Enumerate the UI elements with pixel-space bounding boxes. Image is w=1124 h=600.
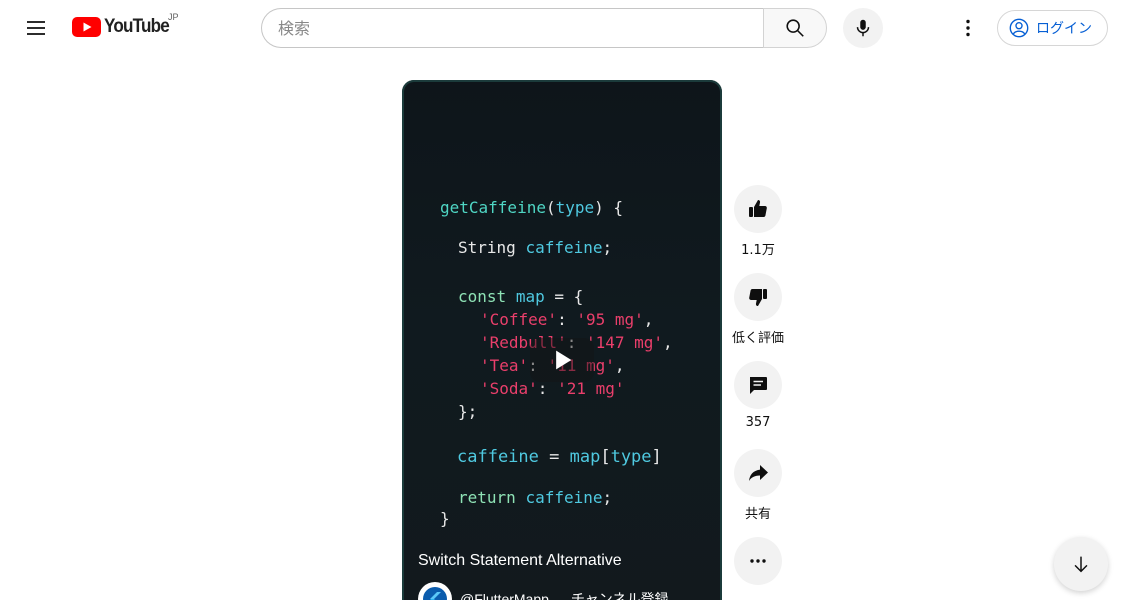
youtube-logo[interactable]: YouTube JP bbox=[72, 12, 179, 40]
comment-icon bbox=[750, 377, 767, 394]
code-token: ; bbox=[602, 238, 613, 257]
code-token: '147 mg' bbox=[585, 333, 664, 352]
masthead: YouTube JP ログイン bbox=[0, 0, 1124, 56]
login-label: ログイン bbox=[1036, 21, 1092, 37]
code-line: caffeine = map[type] bbox=[457, 447, 662, 467]
channel-avatar[interactable] bbox=[418, 582, 452, 600]
login-button[interactable]: ログイン bbox=[997, 10, 1108, 46]
code-token: caffeine bbox=[457, 447, 539, 467]
like-count: 1.1万 bbox=[741, 243, 775, 258]
code-token: caffeine bbox=[525, 238, 603, 257]
code-token: = bbox=[538, 447, 570, 467]
guide-menu-button[interactable] bbox=[16, 8, 56, 48]
logo-wordmark: YouTube bbox=[104, 16, 170, 37]
code-line: String caffeine; bbox=[458, 238, 612, 257]
code-token: caffeine bbox=[525, 488, 603, 507]
flutter-logo-icon bbox=[423, 587, 447, 600]
search-input[interactable] bbox=[278, 18, 764, 38]
code-line: } bbox=[440, 509, 450, 528]
code-token: , bbox=[643, 310, 654, 329]
arrow-down-icon bbox=[1074, 556, 1088, 573]
code-token: map bbox=[569, 447, 601, 467]
code-token: , bbox=[614, 356, 625, 375]
next-video-button[interactable] bbox=[1054, 537, 1108, 591]
settings-more-button[interactable] bbox=[948, 8, 988, 48]
more-actions-button[interactable] bbox=[734, 537, 782, 585]
dislike-action: 低く評価 bbox=[730, 273, 786, 346]
share-label: 共有 bbox=[744, 507, 771, 522]
code-token: ; bbox=[602, 488, 613, 507]
share-action: 共有 bbox=[730, 449, 786, 522]
video-title[interactable]: Switch Statement Alternative bbox=[418, 552, 622, 570]
code-token: ] bbox=[651, 447, 662, 467]
like-button[interactable] bbox=[734, 185, 782, 233]
code-line: const map = { bbox=[458, 287, 583, 306]
code-token: const bbox=[458, 287, 507, 306]
code-token: map bbox=[515, 287, 545, 306]
shorts-player[interactable]: getCaffeine(type) { String caffeine; con… bbox=[402, 80, 722, 600]
dislike-label: 低く評価 bbox=[731, 331, 784, 346]
code-line: }; bbox=[458, 402, 478, 421]
voice-search-button[interactable] bbox=[843, 8, 883, 48]
comments-button[interactable] bbox=[734, 361, 782, 409]
play-button[interactable] bbox=[530, 338, 594, 382]
microphone-icon bbox=[856, 19, 870, 37]
code-token: = { bbox=[544, 287, 584, 306]
code-token: , bbox=[663, 333, 673, 352]
code-token: type bbox=[555, 198, 595, 217]
code-token: '95 mg' bbox=[576, 310, 644, 329]
code-token: getCaffeine bbox=[440, 198, 546, 217]
code-token: 'Coffee' bbox=[480, 310, 558, 329]
code-token: ( bbox=[545, 198, 556, 217]
play-icon bbox=[556, 350, 572, 370]
thumb-up-icon bbox=[749, 200, 767, 217]
code-token: String bbox=[458, 238, 516, 257]
code-line: return caffeine; bbox=[458, 488, 612, 507]
hamburger-menu-icon bbox=[27, 21, 45, 35]
code-line: getCaffeine(type) { bbox=[440, 198, 623, 217]
comments-action: 357 bbox=[730, 361, 786, 430]
search-icon bbox=[786, 19, 804, 37]
like-action: 1.1万 bbox=[730, 185, 786, 258]
more-action bbox=[730, 537, 786, 585]
search-button[interactable] bbox=[763, 8, 827, 48]
youtube-play-logo-icon bbox=[72, 17, 101, 37]
search-box[interactable] bbox=[261, 8, 764, 48]
share-arrow-icon bbox=[749, 465, 768, 481]
region-code: JP bbox=[168, 12, 179, 22]
code-line: 'Coffee': '95 mg', bbox=[480, 310, 653, 329]
code-token: return bbox=[458, 488, 516, 507]
dislike-button[interactable] bbox=[734, 273, 782, 321]
channel-row: @FlutterMapp チャンネル登録 bbox=[418, 582, 669, 600]
channel-name[interactable]: @FlutterMapp bbox=[460, 591, 549, 600]
code-token: 'Tea' bbox=[480, 356, 529, 375]
account-circle-icon bbox=[1009, 18, 1029, 38]
more-horiz-icon bbox=[750, 559, 766, 563]
share-button[interactable] bbox=[734, 449, 782, 497]
code-token: : bbox=[557, 310, 577, 329]
more-vert-icon bbox=[966, 19, 970, 37]
code-token: type bbox=[610, 447, 652, 467]
comment-count: 357 bbox=[745, 415, 771, 430]
subscribe-button[interactable]: チャンネル登録 bbox=[571, 589, 669, 600]
code-token: [ bbox=[600, 447, 611, 467]
thumb-down-icon bbox=[749, 289, 767, 306]
code-token: ) { bbox=[594, 198, 624, 217]
